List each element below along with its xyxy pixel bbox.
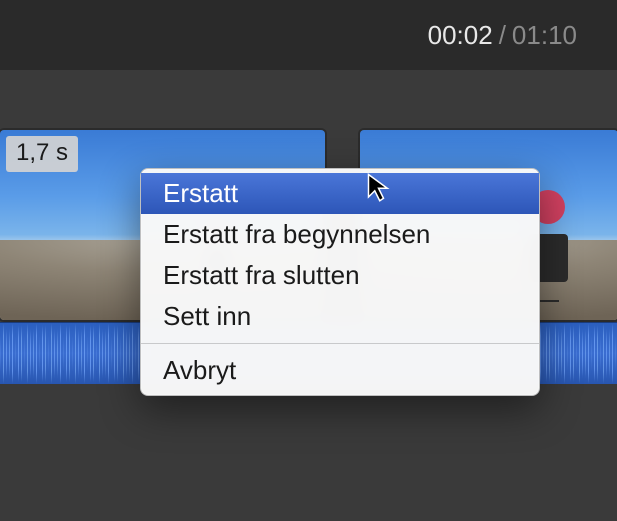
timecode-current: 00:02 (428, 20, 493, 50)
timecode: 00:02/01:10 (428, 20, 577, 51)
menu-item-replace[interactable]: Erstatt (141, 173, 539, 214)
menu-item-replace-from-start[interactable]: Erstatt fra begynnelsen (141, 214, 539, 255)
menu-separator (141, 343, 539, 344)
clip-duration-badge: 1,7 s (6, 136, 78, 172)
menu-item-replace-from-end[interactable]: Erstatt fra slutten (141, 255, 539, 296)
menu-item-cancel[interactable]: Avbryt (141, 350, 539, 391)
timecode-bar: 00:02/01:10 (0, 0, 617, 70)
timecode-total: 01:10 (512, 20, 577, 50)
timecode-separator: / (499, 20, 506, 50)
menu-item-insert[interactable]: Sett inn (141, 296, 539, 337)
context-menu: Erstatt Erstatt fra begynnelsen Erstatt … (140, 168, 540, 396)
